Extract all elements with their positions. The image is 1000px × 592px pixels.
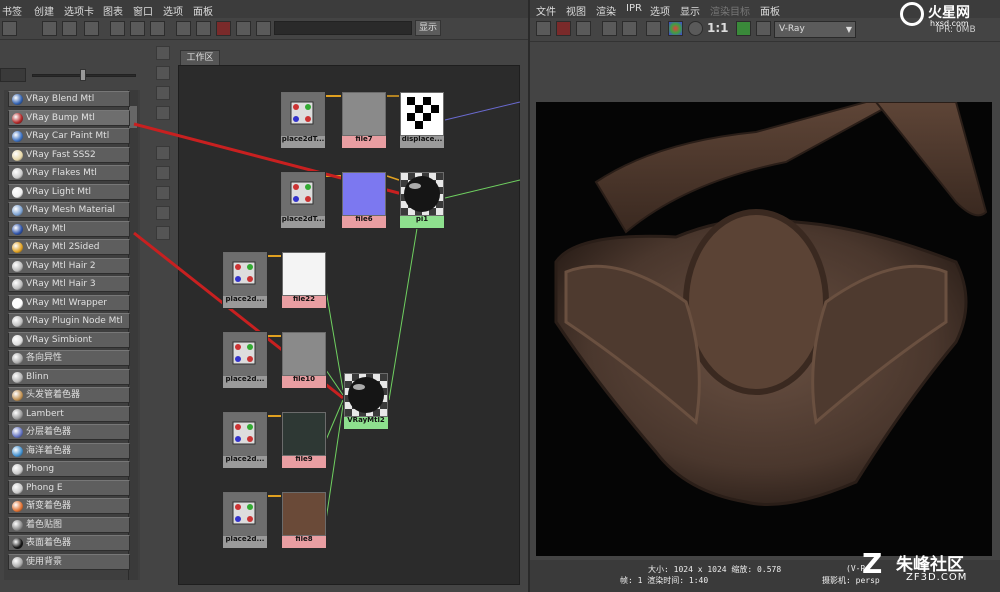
redo-render-icon[interactable] — [536, 21, 551, 36]
rv-menu-file[interactable]: 文件 — [536, 3, 556, 18]
node-ports-bar[interactable] — [344, 424, 388, 429]
rv-menu-render-target[interactable]: 渲染目标 — [710, 3, 750, 18]
material-sphere-icon — [345, 374, 387, 416]
node-ports-bar[interactable] — [400, 143, 444, 148]
node-mtl[interactable]: VRayMtl2 — [343, 372, 389, 430]
node-label: place2d... — [223, 296, 267, 303]
status-size-zoom: 大小: 1024 x 1024 缩放: 0.578 — [648, 565, 782, 574]
file-texture-thumbnail — [343, 173, 385, 215]
place2d-icon — [224, 253, 266, 295]
node-label: VRayMtl2 — [344, 417, 388, 424]
node-ports-bar[interactable] — [400, 223, 444, 228]
node-label: place2d... — [223, 456, 267, 463]
node-ports-bar[interactable] — [342, 143, 386, 148]
node-place[interactable]: place2dT... — [280, 171, 326, 229]
link-file8-vraymtl2 — [325, 404, 344, 521]
file-texture-thumbnail — [283, 413, 325, 455]
place2d-icon — [224, 413, 266, 455]
renderer-dropdown[interactable]: V-Ray ▼ — [774, 21, 856, 38]
node-ports-bar[interactable] — [223, 543, 267, 548]
place2d-icon — [224, 493, 266, 535]
region-icon[interactable] — [602, 21, 617, 36]
zf3d-sub: ZF3D.COM — [906, 572, 968, 583]
ipr-icon[interactable] — [556, 21, 571, 36]
link-file22-vraymtl2 — [325, 289, 344, 391]
chevron-down-icon: ▼ — [845, 25, 852, 34]
rv-menu-panels[interactable]: 面板 — [760, 3, 780, 18]
node-ports-bar[interactable] — [282, 303, 326, 308]
node-file[interactable]: file10 — [281, 331, 327, 389]
fit-icon[interactable] — [756, 21, 771, 36]
node-file[interactable]: file22 — [281, 251, 327, 309]
watermark-hxsd: 火星网 hxsd.com — [900, 2, 998, 30]
node-label: file6 — [342, 216, 386, 223]
node-label: file7 — [342, 136, 386, 143]
node-file[interactable]: file6 — [341, 171, 387, 229]
node-label: place2dT... — [281, 216, 325, 223]
node-label: place2d... — [223, 536, 267, 543]
render-image — [536, 102, 992, 556]
rv-menu-ipr[interactable]: IPR — [626, 3, 642, 14]
node-place[interactable]: place2d... — [222, 251, 268, 309]
node-label: file22 — [282, 296, 326, 303]
node-file[interactable]: file7 — [341, 91, 387, 149]
node-place[interactable]: place2d... — [222, 491, 268, 549]
rv-menu-view[interactable]: 视图 — [566, 3, 586, 18]
node-ports-bar[interactable] — [282, 383, 326, 388]
alpha-channel-icon[interactable] — [688, 21, 703, 36]
snapshot-icon[interactable] — [576, 21, 591, 36]
rv-menu-options[interactable]: 选项 — [650, 3, 670, 18]
status-frame-time: 帧: 1 渲染时间: 1:40 — [620, 576, 709, 585]
file-texture-thumbnail — [343, 93, 385, 135]
node-ports-bar[interactable] — [282, 463, 326, 468]
display-icon[interactable] — [736, 21, 751, 36]
renderer-selected: V-Ray — [779, 24, 805, 34]
hxsd-logo-icon — [900, 2, 924, 26]
place2d-icon — [282, 173, 324, 215]
node-mtl[interactable]: pi1 — [399, 171, 445, 229]
node-ports-bar[interactable] — [281, 143, 325, 148]
material-sphere-icon — [401, 173, 443, 215]
node-place[interactable]: displace... — [399, 91, 445, 149]
rv-menu-render[interactable]: 渲染 — [596, 3, 616, 18]
node-ports-bar[interactable] — [223, 383, 267, 388]
file-texture-thumbnail — [283, 493, 325, 535]
watermark-zf3d: Z 朱峰社区 ZF3D.COM — [862, 548, 998, 588]
node-label: displace... — [400, 136, 444, 143]
node-file[interactable]: file8 — [281, 491, 327, 549]
node-ports-bar[interactable] — [281, 223, 325, 228]
node-label: place2d... — [223, 376, 267, 383]
place2d-icon — [282, 93, 324, 135]
node-ports-bar[interactable] — [223, 303, 267, 308]
node-place[interactable]: place2d... — [222, 331, 268, 389]
zoom-ratio-label[interactable]: 1:1 — [707, 21, 729, 35]
checker-icon — [401, 93, 443, 135]
node-ports-bar[interactable] — [282, 543, 326, 548]
rv-menu-display[interactable]: 显示 — [680, 3, 700, 18]
file-texture-thumbnail — [283, 333, 325, 375]
node-label: file8 — [282, 536, 326, 543]
zf3d-logo-icon: Z — [862, 547, 883, 580]
place2d-icon — [224, 333, 266, 375]
node-ports-bar[interactable] — [223, 463, 267, 468]
render-center-panel — [683, 209, 829, 395]
rgb-channel-icon[interactable] — [668, 21, 683, 36]
link-file6-pi1 — [386, 175, 400, 181]
node-label: file9 — [282, 456, 326, 463]
hxsd-sub: hxsd.com — [930, 19, 969, 28]
refresh-icon[interactable] — [622, 21, 637, 36]
link-pi1-out — [444, 179, 521, 199]
node-label: place2dT... — [281, 136, 325, 143]
node-label: pi1 — [400, 216, 444, 223]
node-place[interactable]: place2d... — [222, 411, 268, 469]
link-vraymtl2-pi1 — [388, 209, 421, 401]
node-label: file10 — [282, 376, 326, 383]
file-texture-thumbnail — [283, 253, 325, 295]
node-place[interactable]: place2dT... — [280, 91, 326, 149]
link-disp-out — [444, 101, 521, 121]
node-file[interactable]: file9 — [281, 411, 327, 469]
node-ports-bar[interactable] — [342, 223, 386, 228]
keep-image-icon[interactable] — [646, 21, 661, 36]
